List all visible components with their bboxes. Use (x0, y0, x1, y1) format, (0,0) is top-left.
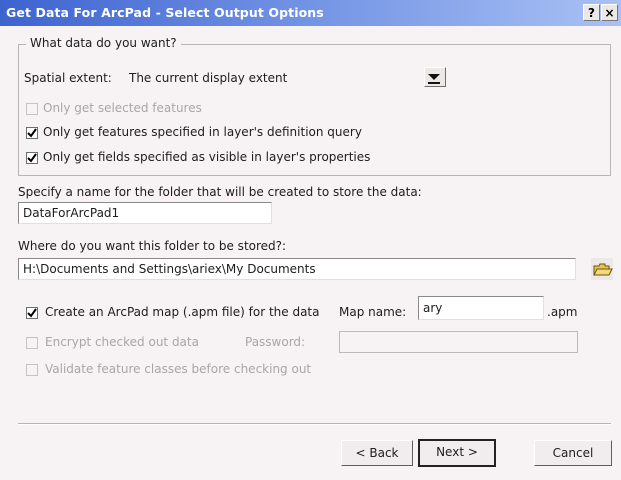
visible-fields-label: Only get fields specified as visible in … (43, 150, 371, 164)
chevron-down-icon (428, 74, 440, 84)
group-legend: What data do you want? (26, 36, 181, 50)
only-selected-checkbox[interactable] (26, 103, 38, 115)
only-selected-label: Only get selected features (43, 101, 202, 115)
browse-folder-button[interactable] (591, 258, 613, 280)
help-button[interactable]: ? (583, 4, 600, 21)
validate-checkbox[interactable] (26, 364, 38, 376)
next-button[interactable]: Next > (418, 439, 496, 467)
folder-name-input[interactable]: DataForArcPad1 (18, 202, 272, 224)
create-map-label: Create an ArcPad map (.apm file) for the… (45, 305, 320, 319)
folder-name-label: Specify a name for the folder that will … (18, 185, 422, 199)
spatial-extent-value[interactable]: The current display extent (129, 71, 287, 85)
folder-location-label: Where do you want this folder to be stor… (18, 239, 287, 253)
encrypt-label: Encrypt checked out data (45, 335, 199, 349)
title-bar: Get Data For ArcPad - Select Output Opti… (0, 0, 621, 26)
visible-fields-checkbox[interactable] (26, 152, 38, 164)
create-map-checkbox[interactable] (26, 307, 38, 319)
checkmark-icon (27, 308, 37, 318)
checkmark-icon (27, 128, 37, 138)
map-extension-label: .apm (547, 305, 578, 319)
checkmark-icon (27, 153, 37, 163)
map-name-input[interactable]: ary (418, 296, 544, 320)
validate-label: Validate feature classes before checking… (45, 362, 312, 376)
window-title: Get Data For ArcPad - Select Output Opti… (6, 5, 324, 20)
password-label: Password: (245, 335, 306, 349)
cancel-button[interactable]: Cancel (534, 440, 612, 466)
button-separator (18, 423, 611, 425)
folder-location-input[interactable]: H:\Documents and Settings\ariex\My Docum… (18, 258, 576, 280)
close-button[interactable]: × (601, 4, 618, 21)
definition-query-checkbox[interactable] (26, 127, 38, 139)
encrypt-checkbox[interactable] (26, 337, 38, 349)
spatial-extent-label: Spatial extent: (24, 71, 112, 85)
map-name-label: Map name: (339, 305, 407, 319)
definition-query-label: Only get features specified in layer's d… (43, 125, 362, 139)
open-folder-icon (593, 263, 613, 276)
spatial-extent-dropdown[interactable] (424, 67, 446, 87)
back-button[interactable]: < Back (341, 440, 413, 466)
password-input[interactable] (339, 331, 578, 353)
